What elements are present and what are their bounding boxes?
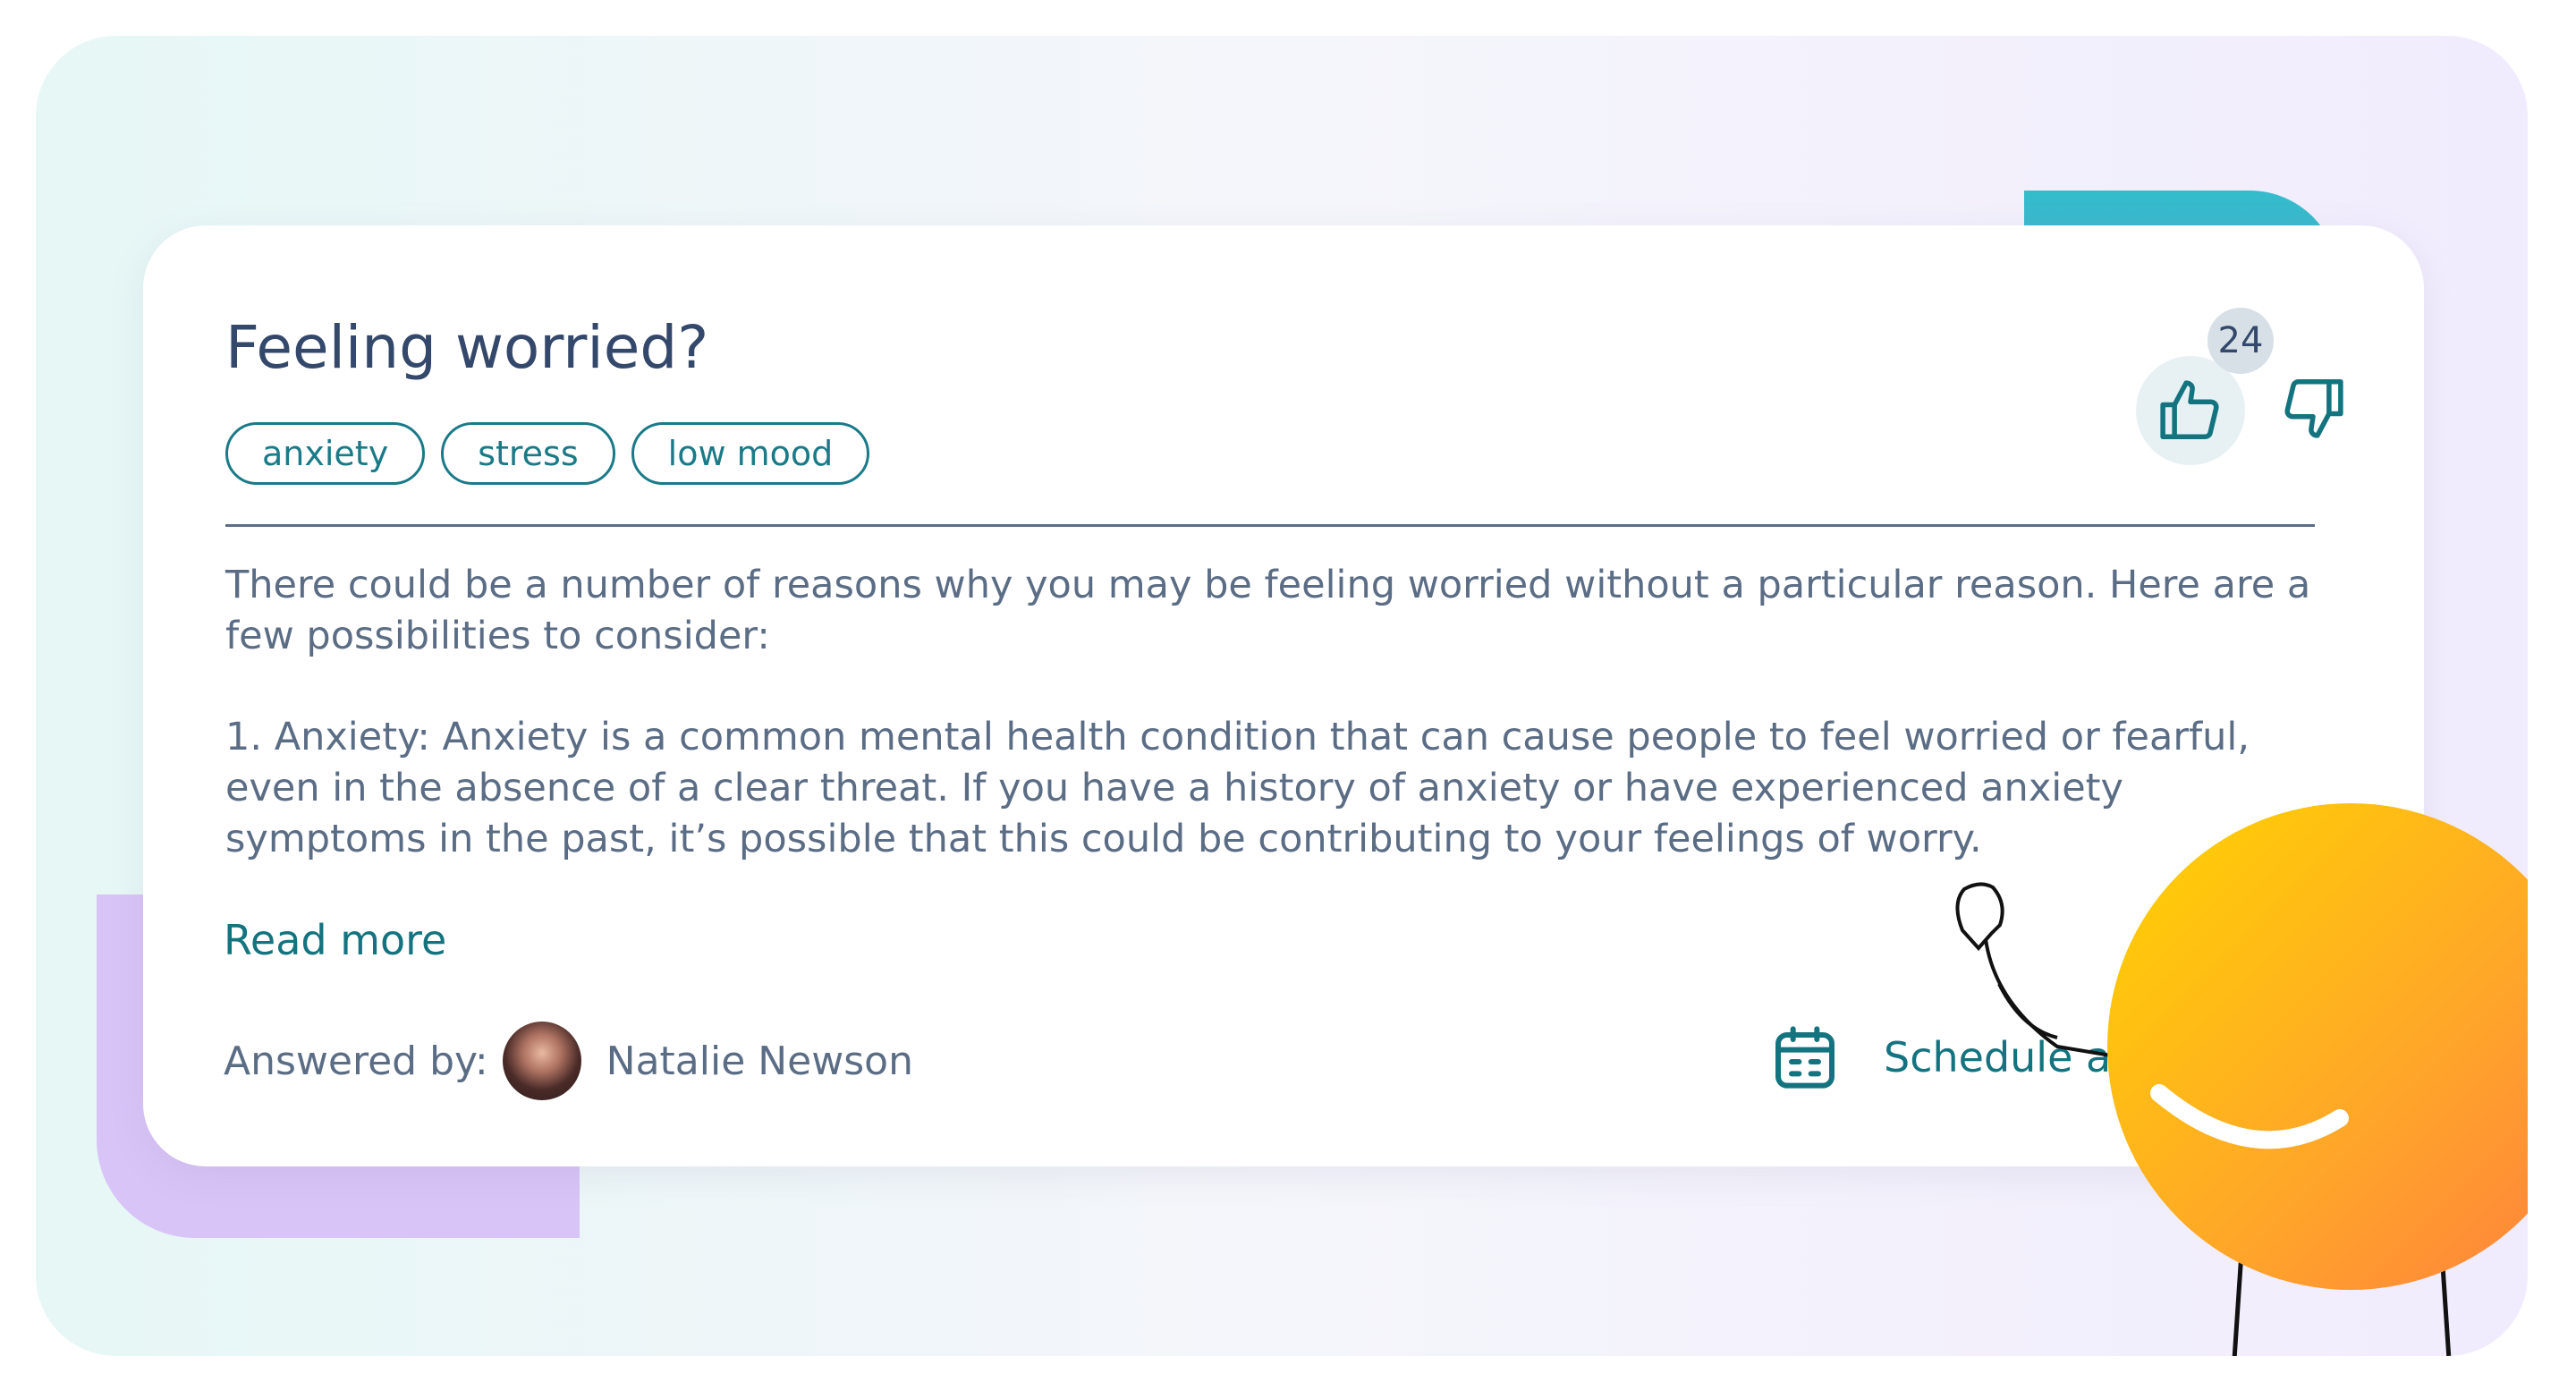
schedule-button[interactable]: Schedule a — [1769, 1022, 2111, 1093]
answered-by-label: Answered by: — [224, 1038, 488, 1084]
calendar-icon — [1775, 1026, 1835, 1089]
avatar — [502, 1022, 581, 1100]
read-more-link[interactable]: Read more — [224, 916, 446, 964]
schedule-label: Schedule a — [1884, 1033, 2112, 1081]
tag-list: anxiety stress low mood — [225, 422, 870, 485]
thumbs-up-icon — [2160, 380, 2219, 440]
answer-card: Feeling worried? anxiety stress low mood… — [143, 225, 2424, 1166]
tag-low-mood[interactable]: low mood — [631, 422, 870, 485]
feedback-controls: 24 — [2136, 308, 2351, 465]
author-name[interactable]: Natalie Newson — [606, 1039, 913, 1084]
tag-anxiety[interactable]: anxiety — [225, 422, 426, 485]
tag-stress[interactable]: stress — [441, 422, 615, 485]
answer-text: There could be a number of reasons why y… — [225, 560, 2327, 915]
dislike-button[interactable] — [2270, 365, 2356, 451]
thumbs-down-icon — [2284, 378, 2343, 438]
like-button[interactable] — [2136, 356, 2245, 465]
title-divider — [225, 524, 2315, 527]
answered-by: Answered by: Natalie Newson — [224, 1022, 913, 1100]
answer-paragraph-intro: There could be a number of reasons why y… — [225, 563, 2311, 658]
answer-paragraph-1: 1. Anxiety: Anxiety is a common mental h… — [225, 715, 2250, 861]
card-title: Feeling worried? — [225, 313, 709, 382]
like-count-badge: 24 — [2207, 308, 2274, 374]
